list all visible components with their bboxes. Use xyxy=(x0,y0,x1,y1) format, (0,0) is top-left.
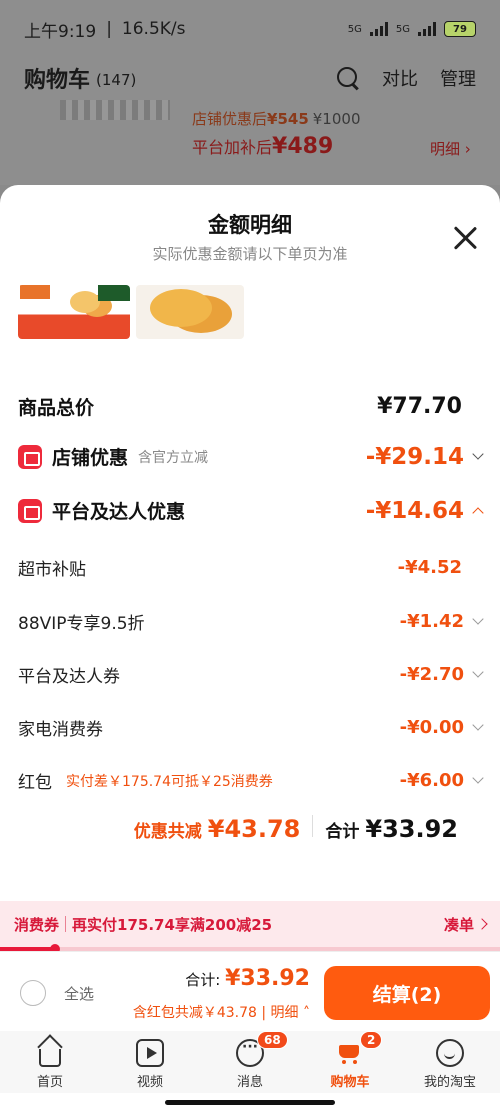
compare-button[interactable]: 对比 xyxy=(382,65,418,91)
status-speed: 16.5K/s xyxy=(121,19,186,39)
platform-discount-icon xyxy=(18,498,42,523)
network-label-1: 5G xyxy=(347,23,362,35)
discount-total-value: ¥43.78 xyxy=(207,815,301,843)
coupon-label: 消费券 xyxy=(14,915,60,934)
video-icon xyxy=(136,1039,164,1067)
tab-profile[interactable]: 我的淘宝 xyxy=(400,1031,500,1093)
appliance-coupon-row[interactable]: 家电消费券 -¥0.00 xyxy=(18,715,484,740)
bottom-tab-bar: 首页 视频 消息 68 购物车 2 我的淘宝 xyxy=(0,1031,500,1093)
supermarket-subsidy-row: 超市补贴 -¥4.52 xyxy=(18,557,462,580)
vip-discount-row[interactable]: 88VIP专享9.5折 -¥1.42 xyxy=(18,609,484,634)
summary-row: 优惠共减 ¥43.78 合计 ¥33.92 xyxy=(133,815,458,843)
product-thumbnail xyxy=(18,285,130,339)
chevron-up-icon[interactable] xyxy=(472,506,484,519)
manage-button[interactable]: 管理 xyxy=(440,65,476,91)
shop-discount-value: -¥29.14 xyxy=(365,443,464,470)
shop-discount-icon xyxy=(18,444,42,469)
product-thumbnail xyxy=(136,285,244,339)
tab-video[interactable]: 视频 xyxy=(100,1031,200,1093)
cart-count: (147) xyxy=(96,71,137,89)
total-price-value: ¥77.70 xyxy=(377,394,462,419)
blurred-product-image xyxy=(60,100,170,120)
chevron-down-icon[interactable] xyxy=(472,718,484,731)
select-all-label[interactable]: 全选 xyxy=(64,983,94,1004)
background-page: 上午9:19 | 16.5K/s 5G 5G 79 购物车 (147) 对比 管… xyxy=(0,0,500,185)
home-icon xyxy=(39,1049,61,1067)
shop-discount-row[interactable]: 店铺优惠 含官方立减 -¥29.14 xyxy=(18,443,484,470)
profile-icon xyxy=(436,1039,464,1067)
coupon-text: 再实付175.74享满200减25 xyxy=(72,915,273,934)
total-price-row: 商品总价 ¥77.70 xyxy=(18,394,462,419)
sheet-subtitle: 实际优惠金额请以下单页为准 xyxy=(152,245,348,263)
signal-icon xyxy=(369,22,388,36)
battery-icon: 79 xyxy=(444,21,476,37)
tab-messages[interactable]: 消息 68 xyxy=(200,1031,300,1093)
checkout-discount-note[interactable]: 含红包共减￥43.78 | 明细 ˄ xyxy=(133,1002,310,1022)
cart-header: 购物车 (147) 对比 管理 xyxy=(0,58,500,98)
platform-price-line: 平台加补后¥489 明细 › xyxy=(192,134,471,159)
signal-icon-2 xyxy=(418,22,436,36)
message-badge: 68 xyxy=(257,1031,288,1049)
chevron-down-icon[interactable] xyxy=(472,612,484,625)
tab-cart[interactable]: 购物车 2 xyxy=(300,1031,400,1093)
platform-discount-row[interactable]: 平台及达人优惠 -¥14.64 xyxy=(18,497,484,524)
platform-coupon-row[interactable]: 平台及达人券 -¥2.70 xyxy=(18,662,484,687)
chevron-down-icon[interactable] xyxy=(472,447,484,460)
chevron-right-icon[interactable] xyxy=(476,918,488,930)
checkout-total: 合计: ¥33.92 xyxy=(185,966,310,991)
shop-price-line: 店铺优惠后¥545 ¥1000 xyxy=(192,110,361,128)
status-time: 上午9:19 xyxy=(24,21,97,42)
checkout-total-value: ¥33.92 xyxy=(225,966,310,991)
chevron-down-icon[interactable] xyxy=(472,665,484,678)
amount-detail-sheet: 金额明细 实际优惠金额请以下单页为准 商品总价 ¥77.70 店铺优惠 含官方立… xyxy=(0,185,500,1111)
red-packet-row[interactable]: 红包 实付差￥175.74可抵￥25消费券 -¥6.00 xyxy=(18,768,484,793)
search-icon[interactable] xyxy=(336,66,360,90)
home-indicator xyxy=(165,1100,335,1105)
add-items-button[interactable]: 凑单 xyxy=(444,914,474,935)
checkout-bar: 全选 合计: ¥33.92 含红包共减￥43.78 | 明细 ˄ 结算(2) xyxy=(0,951,500,1031)
status-bar: 上午9:19 | 16.5K/s 5G 5G 79 xyxy=(0,0,500,58)
tab-home[interactable]: 首页 xyxy=(0,1031,100,1093)
product-thumbnails xyxy=(18,285,244,339)
sheet-title: 金额明细 xyxy=(208,213,292,237)
network-label-2: 5G xyxy=(395,23,410,35)
checkout-button[interactable]: 结算(2) xyxy=(324,966,490,1020)
close-icon[interactable] xyxy=(452,225,478,251)
platform-discount-value: -¥14.64 xyxy=(365,497,464,524)
grand-total-value: ¥33.92 xyxy=(365,815,458,843)
select-all-checkbox[interactable] xyxy=(20,980,46,1006)
chevron-down-icon[interactable] xyxy=(472,771,484,784)
detail-link[interactable]: 明细 › xyxy=(430,138,471,159)
cart-badge: 2 xyxy=(360,1031,383,1049)
page-title: 购物车 xyxy=(24,68,91,93)
coupon-banner[interactable]: 消费券 再实付175.74享满200减25 凑单 xyxy=(0,901,500,947)
